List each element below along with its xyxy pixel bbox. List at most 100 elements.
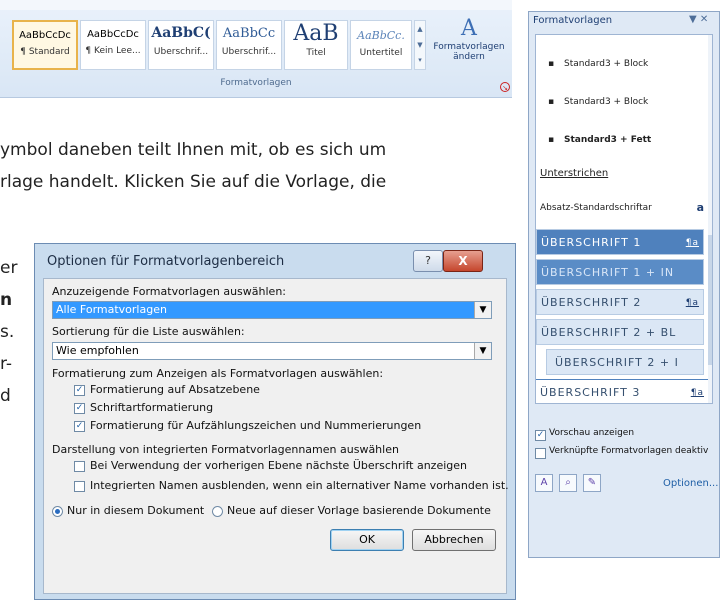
cancel-button[interactable]: Abbrechen	[412, 529, 496, 551]
styles-pane: Formatvorlagen ▼ ✕ ▪ Standard3 + Block ▪…	[528, 11, 720, 558]
preview-checkbox[interactable]: ✓	[535, 430, 546, 441]
style-item-label: ÜBERSCHRIFT 2 + I	[555, 356, 679, 369]
style-list-item[interactable]: Absatz-Standardschriftar a	[536, 195, 708, 221]
font-format-checkbox[interactable]: ✓	[74, 403, 85, 414]
style-item-label: ÜBERSCHRIFT 1	[541, 236, 642, 249]
template-label: Neue auf dieser Vorlage basierende Dokum…	[227, 504, 491, 517]
ribbon-styles-group: AaBbCcDc ¶ Standard AaBbCcDc ¶ Kein Lee.…	[0, 0, 512, 98]
style-list-item[interactable]: ÜBERSCHRIFT 3 ¶a	[536, 379, 708, 403]
new-style-icon[interactable]: A	[535, 474, 553, 492]
doc-line: rlage handelt. Klicken Sie auf die Vorla…	[0, 172, 387, 192]
pane-menu-icon[interactable]: ▼ ✕	[689, 14, 708, 25]
disable-linked-checkbox[interactable]	[535, 448, 546, 459]
bullet-icon: ▪	[548, 97, 555, 107]
builtin-names-label: Darstellung von integrierten Formatvorla…	[52, 443, 399, 456]
this-document-label: Nur in diesem Dokument	[67, 504, 205, 517]
show-styles-value: Alle Formatvorlagen	[56, 303, 167, 316]
sort-dropdown[interactable]: Wie empfohlen ▼	[52, 342, 492, 360]
doc-fragment: s.	[0, 322, 15, 342]
help-button[interactable]: ?	[413, 250, 443, 272]
hide-builtin-checkbox[interactable]	[74, 481, 85, 492]
style-tile-heading1[interactable]: AaBbC( Überschrif...	[148, 20, 214, 70]
styles-list[interactable]: ▪ Standard3 + Block ▪ Standard3 + Block …	[535, 34, 713, 404]
char-style-icon: a	[696, 201, 704, 214]
doc-fragment: er	[0, 258, 18, 278]
style-sample: AaB	[293, 21, 339, 46]
style-pane-options-dialog: Optionen für Formatvorlagenbereich ? X A…	[34, 243, 516, 600]
dialog-title: Optionen für Formatvorlagenbereich	[47, 254, 285, 269]
preview-label: Vorschau anzeigen	[549, 428, 635, 438]
style-sample: AaBbC(	[151, 25, 211, 41]
sort-label: Sortierung für die Liste auswählen:	[52, 325, 245, 338]
pane-title: Formatvorlagen	[533, 15, 613, 26]
style-list-item[interactable]: ▪ Standard3 + Block	[536, 89, 712, 115]
show-styles-dropdown[interactable]: Alle Formatvorlagen ▼	[52, 301, 492, 319]
style-item-label: Standard3 + Block	[564, 97, 649, 107]
dialog-launcher-icon[interactable]: ↘	[500, 82, 510, 92]
change-styles-icon: A	[461, 16, 477, 41]
scrollbar-thumb[interactable]	[708, 235, 712, 365]
next-heading-label: Bei Verwendung der vorherigen Ebene näch…	[90, 459, 467, 472]
style-list-item[interactable]: ÜBERSCHRIFT 2 + I	[546, 349, 704, 375]
style-name: Überschrif...	[153, 47, 209, 57]
chevron-down-icon[interactable]: ▼	[474, 302, 491, 318]
ribbon-top-strip	[0, 0, 512, 10]
style-sample: AaBbCc.	[357, 29, 405, 42]
this-document-radio[interactable]	[52, 506, 63, 517]
doc-line: ymbol daneben teilt Ihnen mit, ob es sic…	[0, 140, 387, 160]
list-format-label: Formatierung für Aufzählungszeichen und …	[90, 419, 422, 432]
style-list-item[interactable]: ÜBERSCHRIFT 1 + IN	[536, 259, 704, 285]
style-name: ¶ Standard	[20, 47, 70, 57]
chevron-up-icon[interactable]: ▲	[415, 21, 425, 37]
style-item-label: ÜBERSCHRIFT 1 + IN	[541, 266, 675, 279]
style-list-item[interactable]: Unterstrichen	[536, 161, 708, 187]
style-item-label: Standard3 + Block	[564, 59, 649, 69]
style-tile-heading2[interactable]: AaBbCc Überschrif...	[216, 20, 282, 70]
style-list-item[interactable]: ▪ Standard3 + Fett	[536, 127, 712, 153]
style-tile-standard[interactable]: AaBbCcDc ¶ Standard	[12, 20, 78, 70]
expand-gallery-icon[interactable]: ▾	[415, 53, 425, 67]
style-item-label: Unterstrichen	[540, 168, 609, 179]
chevron-down-icon[interactable]: ▼	[415, 37, 425, 53]
hide-builtin-label: Integrierten Namen ausblenden, wenn ein …	[90, 479, 509, 492]
style-tile-title[interactable]: AaB Titel	[284, 20, 348, 70]
style-name: Titel	[306, 48, 326, 58]
dialog-body: Anzuzeigende Formatvorlagen auswählen: A…	[43, 278, 509, 594]
paragraph-level-checkbox[interactable]: ✓	[74, 385, 85, 396]
sort-value: Wie empfohlen	[56, 344, 139, 357]
ok-button[interactable]: OK	[330, 529, 404, 551]
bullet-icon: ▪	[548, 135, 555, 145]
doc-fragment: d	[0, 386, 11, 406]
gallery-scrollbar[interactable]: ▲ ▼ ▾	[414, 20, 426, 70]
disable-linked-label: Verknüpfte Formatvorlagen deaktiv	[549, 446, 709, 456]
manage-styles-icon[interactable]: ✎	[583, 474, 601, 492]
group-label: Formatvorlagen	[220, 78, 292, 88]
next-heading-checkbox[interactable]	[74, 461, 85, 472]
chevron-down-icon[interactable]: ▼	[474, 343, 491, 359]
style-list-item[interactable]: ÜBERSCHRIFT 2 ¶a	[536, 289, 704, 315]
style-sample: AaBbCcDc	[19, 30, 71, 41]
template-radio[interactable]	[212, 506, 223, 517]
style-list-item[interactable]: ÜBERSCHRIFT 2 + BL	[536, 319, 704, 345]
list-format-checkbox[interactable]: ✓	[74, 421, 85, 432]
format-section-label: Formatierung zum Anzeigen als Formatvorl…	[52, 367, 384, 380]
linked-style-icon: ¶a	[685, 298, 699, 308]
change-styles-button[interactable]: A Formatvorlagen ändern	[430, 16, 508, 72]
style-list-item[interactable]: ▪ Standard3 + Block	[536, 51, 712, 77]
doc-fragment: r-	[0, 354, 13, 374]
style-tile-no-spacing[interactable]: AaBbCcDc ¶ Kein Lee...	[80, 20, 146, 70]
style-item-label: Absatz-Standardschriftar	[540, 203, 652, 213]
style-tile-subtitle[interactable]: AaBbCc. Untertitel	[350, 20, 412, 70]
style-list-item[interactable]: ÜBERSCHRIFT 1 ¶a	[536, 229, 704, 255]
style-item-label: ÜBERSCHRIFT 2	[541, 296, 642, 309]
close-button[interactable]: X	[443, 250, 483, 272]
show-styles-label: Anzuzeigende Formatvorlagen auswählen:	[52, 285, 287, 298]
style-inspector-icon[interactable]: ⌕	[559, 474, 577, 492]
linked-style-icon: ¶a	[685, 238, 699, 248]
options-link[interactable]: Optionen...	[663, 478, 718, 489]
style-name: ¶ Kein Lee...	[85, 46, 141, 56]
doc-fragment: n	[0, 290, 13, 310]
font-format-label: Schriftartformatierung	[90, 401, 214, 414]
style-sample: AaBbCc	[222, 26, 276, 41]
bullet-icon: ▪	[548, 59, 555, 69]
